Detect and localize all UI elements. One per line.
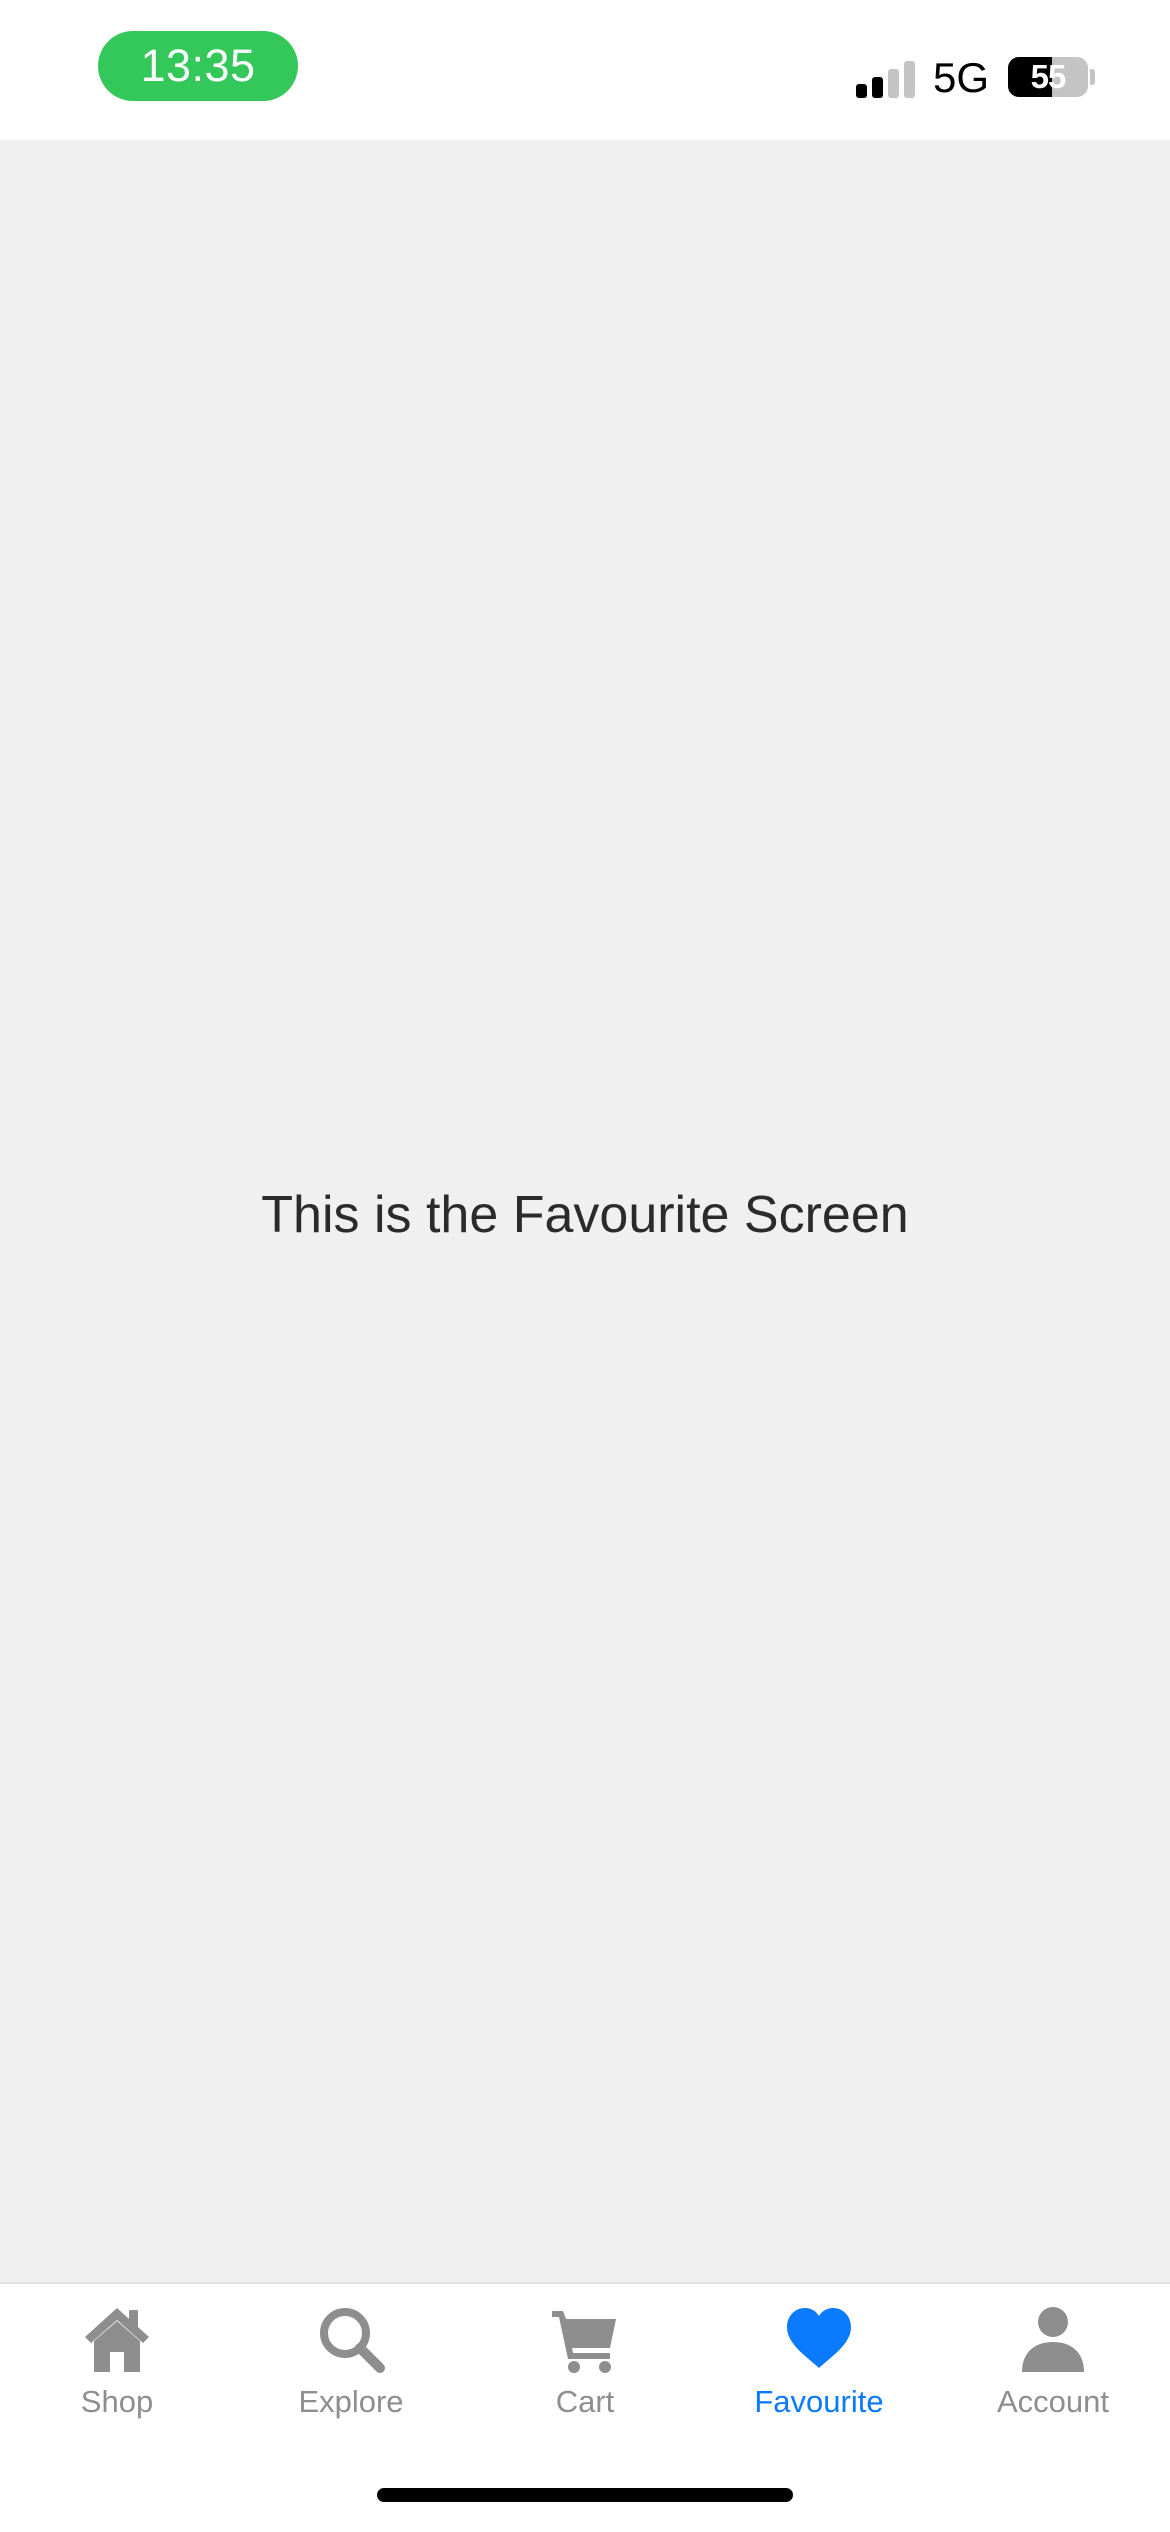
cellular-signal-icon bbox=[856, 58, 916, 98]
cart-icon-glyph bbox=[552, 2311, 616, 2373]
tab-account[interactable]: Account bbox=[936, 2304, 1170, 2444]
battery-tip bbox=[1090, 69, 1095, 85]
heart-icon bbox=[784, 2304, 854, 2374]
search-icon bbox=[316, 2304, 386, 2374]
heart-icon-glyph bbox=[787, 2308, 851, 2368]
signal-bar bbox=[904, 61, 915, 98]
signal-bar bbox=[872, 77, 883, 98]
person-icon-glyph bbox=[1022, 2307, 1084, 2372]
signal-bar bbox=[888, 69, 899, 98]
tab-shop[interactable]: Shop bbox=[0, 2304, 234, 2444]
signal-bar bbox=[856, 84, 867, 98]
screen-message: This is the Favourite Screen bbox=[261, 1186, 909, 1244]
search-icon-glyph bbox=[320, 2308, 385, 2373]
tab-cart[interactable]: Cart bbox=[468, 2304, 702, 2444]
tab-label: Cart bbox=[555, 2384, 615, 2419]
home-indicator[interactable] bbox=[377, 2488, 793, 2502]
status-bar: 13:35 5G 55 bbox=[0, 0, 1170, 140]
battery-percentage: 55 bbox=[1030, 58, 1067, 95]
tab-label: Favourite bbox=[754, 2384, 884, 2419]
network-type: 5G bbox=[933, 54, 990, 101]
status-time[interactable]: 13:35 bbox=[98, 31, 298, 101]
favourite-screen-content: This is the Favourite Screen bbox=[0, 140, 1170, 2282]
tab-label: Explore bbox=[298, 2384, 404, 2419]
person-icon bbox=[1018, 2304, 1088, 2374]
cart-icon bbox=[550, 2304, 620, 2374]
home-icon bbox=[82, 2304, 152, 2374]
home-icon-glyph bbox=[85, 2308, 149, 2372]
battery-icon: 55 bbox=[1008, 57, 1088, 97]
tab-label: Shop bbox=[80, 2384, 154, 2419]
tab-label: Account bbox=[996, 2384, 1109, 2419]
tab-favourite[interactable]: Favourite bbox=[702, 2304, 936, 2444]
tab-explore[interactable]: Explore bbox=[234, 2304, 468, 2444]
